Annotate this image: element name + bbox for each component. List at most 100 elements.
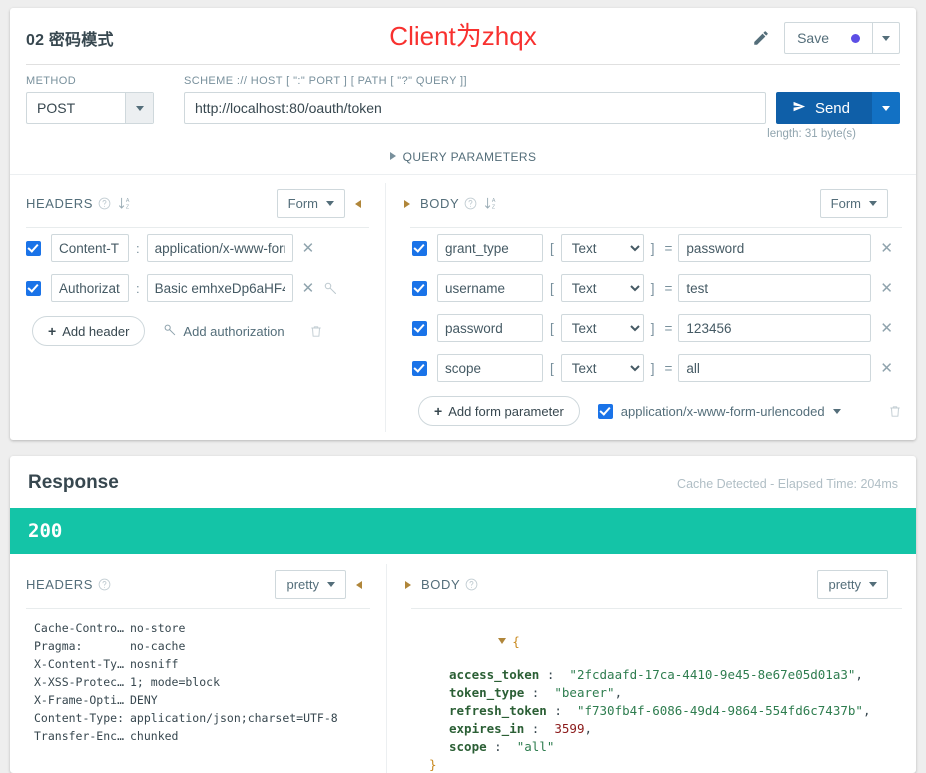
save-button[interactable]: Save xyxy=(785,23,872,53)
delete-headers-icon[interactable] xyxy=(309,324,323,339)
add-authorization-label: Add authorization xyxy=(183,323,285,339)
header-key-input[interactable] xyxy=(51,274,129,302)
body-param-enabled-checkbox[interactable] xyxy=(412,320,427,336)
chevron-left-icon xyxy=(356,580,362,589)
add-header-button[interactable]: + Add header xyxy=(32,316,146,346)
body-param-value-input[interactable] xyxy=(678,354,872,382)
delete-body-icon[interactable] xyxy=(888,404,902,419)
body-param-enabled-checkbox[interactable] xyxy=(412,280,427,296)
body-param-key-input[interactable] xyxy=(437,274,543,302)
headers-format-dropdown[interactable]: Form xyxy=(276,189,345,218)
help-icon[interactable] xyxy=(464,197,477,210)
json-separator: : xyxy=(546,702,570,718)
header-name: Pragma: xyxy=(34,639,83,653)
content-type-dropdown[interactable]: application/x-www-form-urlencoded xyxy=(597,403,841,419)
header-value: no-cache xyxy=(130,639,186,653)
query-parameters-label: QUERY PARAMETERS xyxy=(402,150,537,164)
plus-icon: + xyxy=(48,323,57,339)
add-form-parameter-button[interactable]: + Add form parameter xyxy=(418,396,580,426)
key-icon xyxy=(163,323,177,340)
help-icon[interactable] xyxy=(98,197,111,210)
table-row: X-Content-Ty… nosniff xyxy=(34,655,386,673)
save-dropdown-toggle[interactable] xyxy=(872,23,899,53)
header-name: Transfer-Enc… xyxy=(34,729,125,743)
expand-body-pane-button[interactable] xyxy=(394,199,420,208)
chevron-down-icon xyxy=(327,582,335,587)
response-body-header: BODY pretty xyxy=(387,566,916,599)
bracket-open: [ xyxy=(550,320,554,336)
header-enabled-checkbox[interactable] xyxy=(26,240,41,256)
body-param-enabled-checkbox[interactable] xyxy=(412,360,427,376)
url-input[interactable] xyxy=(184,92,766,124)
json-field: token_type : "bearer", xyxy=(401,683,916,701)
json-comma: , xyxy=(862,702,871,718)
body-param-enabled-checkbox[interactable] xyxy=(412,240,427,256)
send-button[interactable]: Send xyxy=(775,92,872,124)
body-param-key-input[interactable] xyxy=(437,314,543,342)
pencil-icon[interactable] xyxy=(752,29,770,47)
collapse-response-headers-button[interactable] xyxy=(346,580,372,589)
collapse-headers-pane-button[interactable] xyxy=(345,199,371,208)
body-param-key-input[interactable] xyxy=(437,354,543,382)
json-field: scope : "all" xyxy=(401,737,916,755)
body-format-dropdown[interactable]: Form xyxy=(819,189,888,218)
response-headers-pane: HEADERS pretty Cache-Contro… no-store Pra… xyxy=(10,554,386,773)
sort-az-icon[interactable]: AZ xyxy=(118,196,133,211)
remove-header-button[interactable]: ✕ xyxy=(293,281,324,296)
remove-header-button[interactable]: ✕ xyxy=(293,241,324,256)
body-param-type-select[interactable]: Text xyxy=(560,354,644,382)
content-type-checkbox[interactable] xyxy=(597,403,613,419)
send-button-group: Send xyxy=(775,92,900,124)
header-value: no-store xyxy=(130,621,186,635)
remove-body-param-button[interactable]: ✕ xyxy=(871,241,902,256)
url-zone: METHOD SCHEME :// HOST [ ":" PORT ] [ PA… xyxy=(10,65,916,142)
expand-response-body-button[interactable] xyxy=(395,580,421,589)
colon-separator: : xyxy=(136,240,140,256)
chevron-down-icon xyxy=(326,201,334,206)
remove-body-param-button[interactable]: ✕ xyxy=(871,361,902,376)
header-value: chunked xyxy=(130,729,179,743)
header-key-input[interactable] xyxy=(51,234,129,262)
table-row: : ✕ xyxy=(10,268,385,308)
json-close-brace: } xyxy=(429,756,437,772)
response-meta-text: Cache Detected - Elapsed Time: 204ms xyxy=(677,477,898,491)
body-param-value-input[interactable] xyxy=(678,234,872,262)
sort-az-icon[interactable]: AZ xyxy=(484,196,499,211)
key-icon[interactable] xyxy=(323,281,338,296)
body-param-value-input[interactable] xyxy=(678,274,872,302)
body-param-key-input[interactable] xyxy=(437,234,543,262)
request-title: 02 密码模式 xyxy=(26,32,114,49)
method-select[interactable]: POST xyxy=(26,92,154,124)
table-row: [ Text ] = ✕ xyxy=(386,308,916,348)
method-dropdown-toggle[interactable] xyxy=(125,93,153,123)
url-label: SCHEME :// HOST [ ":" PORT ] [ PATH [ "?… xyxy=(184,75,467,87)
header-value-input[interactable] xyxy=(146,274,293,302)
body-param-type-select[interactable]: Text xyxy=(560,314,644,342)
response-body-format-dropdown[interactable]: pretty xyxy=(817,570,888,599)
bracket-open: [ xyxy=(550,280,554,296)
equals-sign: = xyxy=(664,280,673,296)
header-enabled-checkbox[interactable] xyxy=(26,280,41,296)
plus-icon: + xyxy=(434,403,443,419)
response-card: Response Cache Detected - Elapsed Time: … xyxy=(10,456,916,773)
body-param-type-select[interactable]: Text xyxy=(560,234,644,262)
remove-body-param-button[interactable]: ✕ xyxy=(871,281,902,296)
json-root-toggle[interactable]: { xyxy=(401,617,916,665)
chevron-down-icon xyxy=(498,637,507,644)
query-parameters-toggle[interactable]: QUERY PARAMETERS xyxy=(10,142,916,174)
remove-body-param-button[interactable]: ✕ xyxy=(871,321,902,336)
table-row: Cache-Contro… no-store xyxy=(34,619,386,637)
response-json-viewer: { access_token : "2fcdaafd-17ca-4410-9e4… xyxy=(387,609,916,773)
response-headers-format-dropdown[interactable]: pretty xyxy=(275,570,346,599)
help-icon[interactable] xyxy=(465,578,478,591)
headers-pane-title: HEADERS xyxy=(26,196,94,211)
chevron-right-icon xyxy=(405,580,411,589)
send-dropdown-toggle[interactable] xyxy=(872,92,900,124)
help-icon[interactable] xyxy=(98,578,111,591)
body-param-type-select[interactable]: Text xyxy=(560,274,644,302)
headers-pane-header: HEADERS AZ Form xyxy=(10,185,385,218)
header-name: X-XSS-Protec… xyxy=(34,675,125,689)
body-param-value-input[interactable] xyxy=(678,314,872,342)
add-authorization-button[interactable]: Add authorization xyxy=(163,323,285,340)
header-value-input[interactable] xyxy=(146,234,293,262)
